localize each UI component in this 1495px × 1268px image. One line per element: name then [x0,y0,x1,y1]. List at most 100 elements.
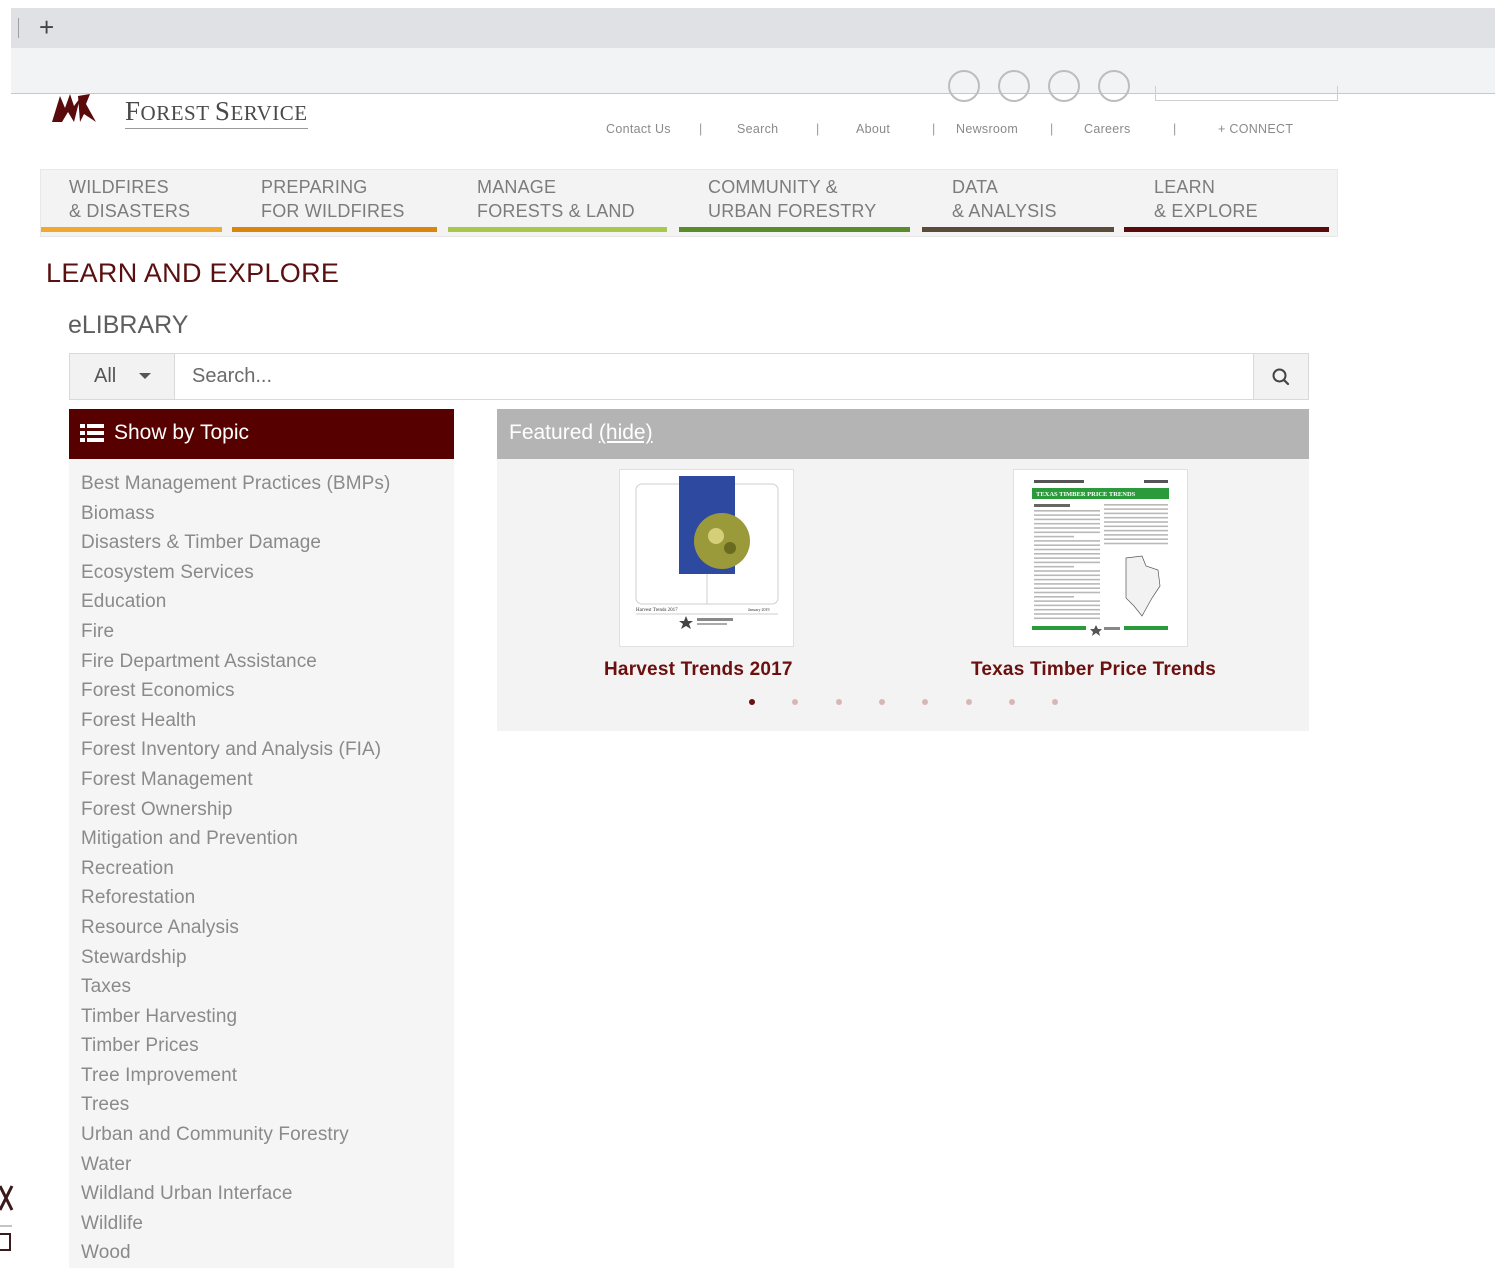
nav-wildfires-disasters[interactable]: WILDFIRES & DISASTERS [69,175,190,223]
topic-list: Best Management Practices (BMPs) Biomass D… [69,459,454,1268]
search-button[interactable] [1253,354,1308,399]
social-links [948,70,1138,102]
nav-label-line2: FORESTS & LAND [477,201,635,221]
util-separator: | [816,122,820,136]
footer-logo-fragment-icon [0,1185,14,1251]
util-link-careers[interactable]: Careers [1084,122,1131,136]
topic-item[interactable]: Wildland Urban Interface [69,1179,454,1209]
hide-featured-link[interactable]: (hide) [599,421,653,444]
featured-label-text: Featured [509,421,599,444]
search-input[interactable] [176,354,1254,399]
cover-band-text: TEXAS TIMBER PRICE TRENDS [1036,491,1136,498]
featured-label: Featured (hide) [509,421,653,445]
util-separator: | [699,122,703,136]
carousel-dot[interactable] [749,699,755,705]
nav-learn-explore[interactable]: LEARN & EXPLORE [1154,175,1258,223]
util-separator: | [932,122,936,136]
carousel-dot[interactable] [1008,699,1015,705]
featured-header: Featured (hide) [497,409,1309,459]
social-icon[interactable] [1048,70,1080,102]
timber-price-trends-cover-image: TEXAS TIMBER PRICE TRENDS [1032,480,1169,636]
topic-item[interactable]: Biomass [69,499,454,529]
topic-item[interactable]: Timber Prices [69,1031,454,1061]
topic-item[interactable]: Wood [69,1238,454,1268]
util-link-contact[interactable]: Contact Us [606,122,671,136]
search-scope-dropdown[interactable]: All [70,354,175,399]
nav-label-line2: & EXPLORE [1154,201,1258,221]
carousel-dot[interactable] [965,699,972,705]
topic-item[interactable]: Forest Economics [69,676,454,706]
brand-rest-2: ERVICE [230,101,308,125]
nav-community-urban[interactable]: COMMUNITY & URBAN FORESTRY [708,175,877,223]
nav-label-line2: & DISASTERS [69,201,191,221]
nav-underline [448,227,667,232]
topic-item[interactable]: Timber Harvesting [69,1002,454,1032]
nav-label-line2: & ANALYSIS [952,201,1057,221]
new-tab-button[interactable]: + [39,12,54,42]
brand-rest: OREST [140,101,215,125]
nav-underline [41,227,222,232]
topic-item[interactable]: Ecosystem Services [69,558,454,588]
topic-item[interactable]: Forest Health [69,706,454,736]
header-search-field[interactable] [1155,86,1338,101]
nav-manage-forests[interactable]: MANAGE FORESTS & LAND [477,175,635,223]
topic-item[interactable]: Wildlife [69,1209,454,1239]
cover-date-text: January 2019 [748,607,769,612]
carousel-dot[interactable] [878,699,885,705]
topic-item[interactable]: Taxes [69,972,454,1002]
nav-label-line1: COMMUNITY & [708,177,838,197]
browser-tab-bar: + [11,8,1495,48]
search-icon [1272,368,1290,386]
nav-label-line1: WILDFIRES [69,177,169,197]
topic-item[interactable]: Recreation [69,854,454,884]
cover-title-text: Harvest Trends 2017 [636,608,678,613]
carousel-dot[interactable] [835,699,842,705]
topic-item[interactable]: Education [69,587,454,617]
topic-item[interactable]: Tree Improvement [69,1061,454,1091]
social-icon[interactable] [998,70,1030,102]
featured-card-title[interactable]: Texas Timber Price Trends [971,659,1216,681]
topic-item[interactable]: Forest Management [69,765,454,795]
util-link-search[interactable]: Search [737,122,778,136]
topic-item[interactable]: Disasters & Timber Damage [69,528,454,558]
util-link-newsroom[interactable]: Newsroom [956,122,1018,136]
nav-label-line1: PREPARING [261,177,368,197]
util-link-connect[interactable]: + CONNECT [1218,122,1293,136]
harvest-trends-cover-image: Harvest Trends 2017 January 2019 [635,476,779,629]
nav-label-line1: DATA [952,177,999,197]
nav-underline [922,227,1114,232]
nav-label-line2: URBAN FORESTRY [708,201,877,221]
nav-data-analysis[interactable]: DATA & ANALYSIS [952,175,1057,223]
brand-initial-2: S [214,96,231,126]
topic-item[interactable]: Forest Inventory and Analysis (FIA) [69,735,454,765]
featured-card-title[interactable]: Harvest Trends 2017 [604,659,793,681]
featured-card-cover[interactable]: TEXAS TIMBER PRICE TRENDS [1013,469,1188,647]
topic-item[interactable]: Fire Department Assistance [69,647,454,677]
topic-item[interactable]: Reforestation [69,883,454,913]
topic-item[interactable]: Urban and Community Forestry [69,1120,454,1150]
topic-item[interactable]: Water [69,1150,454,1180]
search-scope-label: All [94,365,117,387]
topic-item[interactable]: Mitigation and Prevention [69,824,454,854]
brand-name[interactable]: FOREST SERVICE [125,96,308,129]
caret-down-icon [139,373,151,379]
topic-item[interactable]: Stewardship [69,943,454,973]
social-icon[interactable] [948,70,980,102]
star-logo-icon[interactable] [50,92,102,124]
featured-card-cover[interactable]: Harvest Trends 2017 January 2019 [619,469,794,647]
social-icon[interactable] [1098,70,1130,102]
topic-item[interactable]: Fire [69,617,454,647]
elibrary-search: All [69,353,1309,400]
topic-header-label: Show by Topic [114,421,250,444]
topic-item[interactable]: Forest Ownership [69,795,454,825]
topic-item[interactable]: Resource Analysis [69,913,454,943]
util-link-about[interactable]: About [856,122,890,136]
show-by-topic-header[interactable]: Show by Topic [69,409,454,459]
topic-item[interactable]: Best Management Practices (BMPs) [69,469,454,499]
topic-item[interactable]: Trees [69,1090,454,1120]
nav-label-line2: FOR WILDFIRES [261,201,405,221]
nav-preparing-wildfires[interactable]: PREPARING FOR WILDFIRES [261,175,405,223]
page-title: LEARN AND EXPLORE [46,258,340,288]
tab-divider [18,18,19,38]
util-separator: | [1050,122,1054,136]
